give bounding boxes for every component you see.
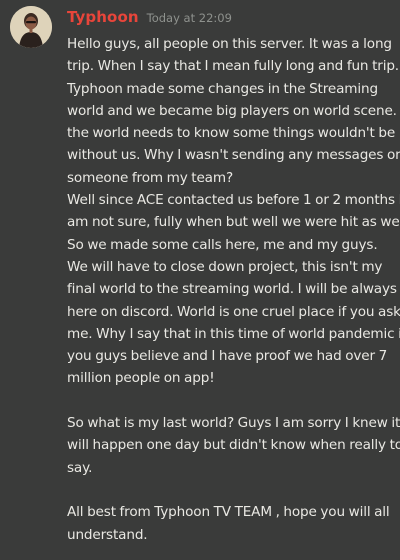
text-line: We will have to close down project, this… <box>67 258 383 275</box>
text-line: me. Why I say that in this time of world… <box>67 325 400 342</box>
text-line: All best from Typhoon TV TEAM , hope you… <box>67 504 390 521</box>
message-header: Typhoon Today at 22:09 <box>67 8 232 28</box>
text-line: Well since ACE contacted us before 1 or … <box>67 192 400 209</box>
paragraph: Hello guys, all people on this server. I… <box>67 33 400 390</box>
text-line: say. <box>67 459 93 476</box>
text-line: trip. When I say that I mean fully long … <box>67 58 399 75</box>
user-avatar-icon <box>10 6 52 48</box>
avatar[interactable] <box>10 6 52 48</box>
timestamp: Today at 22:09 <box>146 11 232 25</box>
paragraph: All best from Typhoon TV TEAM , hope you… <box>67 501 397 546</box>
text-line: will happen one day but didn't know when… <box>67 437 400 454</box>
text-line: final world to the streaming world. I wi… <box>67 281 397 298</box>
text-line: the world needs to know some things woul… <box>67 125 396 142</box>
text-line: Hello guys, all people on this server. I… <box>67 36 392 52</box>
text-line: million people on app! <box>67 370 215 387</box>
text-line: Typhoon made some changes in the Streami… <box>67 80 378 97</box>
message-content: Hello guys, all people on this server. I… <box>67 33 400 546</box>
text-line: here on discord. World is one cruel plac… <box>67 303 400 320</box>
text-line: world and we became big players on world… <box>67 102 400 119</box>
chat-message: Typhoon Today at 22:09 Hello guys, all p… <box>0 0 400 560</box>
text-line: So what is my last world? Guys I am sorr… <box>67 415 400 432</box>
paragraph: So what is my last world? Guys I am sorr… <box>67 412 400 479</box>
text-line: you guys believe and I have proof we had… <box>67 348 388 365</box>
text-line: am not sure, fully when but well we were… <box>67 214 400 231</box>
username[interactable]: Typhoon <box>67 8 139 26</box>
text-line: someone from my team? <box>67 169 234 186</box>
text-line: So we made some calls here, me and my gu… <box>67 236 378 253</box>
text-line: without us. Why I wasn't sending any mes… <box>67 147 400 164</box>
text-line: understand. <box>67 526 148 543</box>
